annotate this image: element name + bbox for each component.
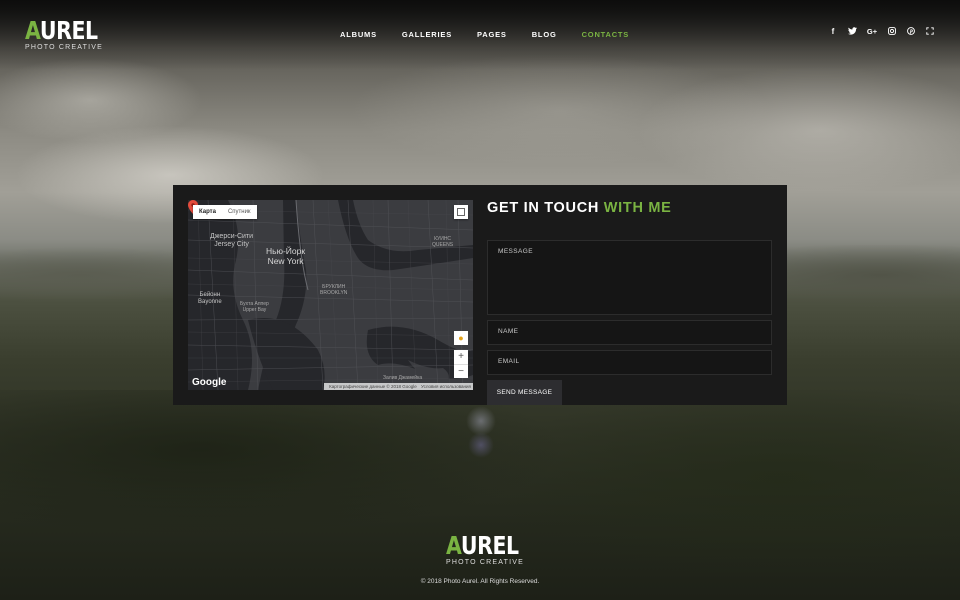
footer-logo-subtitle: PHOTO CREATIVE [446,559,524,566]
fullscreen-icon[interactable] [925,27,935,37]
google-plus-icon[interactable]: G+ [866,27,878,37]
google-logo[interactable]: Google [192,377,226,388]
fullscreen-icon [457,208,465,216]
pinterest-icon[interactable] [906,27,916,37]
site-logo[interactable]: AUREL PHOTO CREATIVE [25,18,114,51]
map-label-upperbay: Бухта Аппер Upper Bay [240,301,269,313]
nav-blog[interactable]: BLOG [532,30,557,39]
zoom-in-button[interactable]: + [454,350,468,364]
instagram-icon[interactable] [887,27,897,37]
map-tab-satellite[interactable]: Спутник [222,205,257,219]
map-fullscreen-button[interactable] [454,205,468,219]
send-message-button[interactable]: SEND MESSAGE [487,380,562,405]
map-label-queens: КУИНС QUEENS [432,236,454,248]
name-placeholder: NAME [498,328,519,335]
map-type-control: Карта Спутник [193,205,257,219]
map-attribution: Картографические данные © 2018 Google Ус… [324,383,473,390]
map-label-jersey: Джерси-Сити Jersey City [210,233,254,248]
nav-contacts[interactable]: CONTACTS [582,30,630,39]
map-label-jamaica: Залив Джамейка [383,375,423,381]
contact-panel: Джерси-Сити Jersey City Нью-Йорк New Yor… [173,185,787,405]
map-zoom-control: + − [454,350,468,378]
nav-pages[interactable]: PAGES [477,30,507,39]
form-title: GET IN TOUCH WITH ME [487,200,772,216]
footer-logo[interactable]: AUREL PHOTO CREATIVE [446,533,535,566]
pegman-icon[interactable]: ● [454,331,468,345]
google-map[interactable]: Джерси-Сити Jersey City Нью-Йорк New Yor… [188,200,473,390]
map-data-credit[interactable]: Картографические данные © 2018 Google [329,384,417,389]
map-tab-map[interactable]: Карта [193,205,222,219]
logo-accent-letter: A [25,16,40,45]
contact-form: GET IN TOUCH WITH ME MESSAGE NAME EMAIL … [487,200,772,405]
twitter-icon[interactable] [847,27,857,37]
email-input[interactable]: EMAIL [487,350,772,375]
map-label-newyork: Нью-Йорк New York [266,246,306,266]
map-terms-link[interactable]: Условия использования [421,384,471,389]
footer-logo-accent-letter: A [446,531,461,560]
logo-text: UREL [39,16,98,45]
form-title-accent: WITH ME [603,200,672,216]
nav-galleries[interactable]: GALLERIES [402,30,452,39]
form-title-main: GET IN TOUCH [487,200,600,216]
social-links: f G+ [828,27,944,37]
logo-subtitle: PHOTO CREATIVE [25,44,103,51]
lens-flare-secondary [468,432,494,458]
map-label-brooklyn: БРУКЛИН BROOKLYN [320,284,348,296]
zoom-out-button[interactable]: − [454,364,468,378]
message-placeholder: MESSAGE [498,248,533,255]
map-label-bayonne: Бейонн Bayonne [198,292,222,305]
facebook-icon[interactable]: f [828,27,838,37]
footer-logo-text: UREL [460,531,519,560]
email-placeholder: EMAIL [498,358,520,365]
main-nav: ALBUMS GALLERIES PAGES BLOG CONTACTS [340,30,629,39]
name-input[interactable]: NAME [487,320,772,345]
copyright-text: © 2018 Photo Aurel. All Rights Reserved. [420,578,540,585]
nav-albums[interactable]: ALBUMS [340,30,377,39]
message-textarea[interactable]: MESSAGE [487,240,772,315]
